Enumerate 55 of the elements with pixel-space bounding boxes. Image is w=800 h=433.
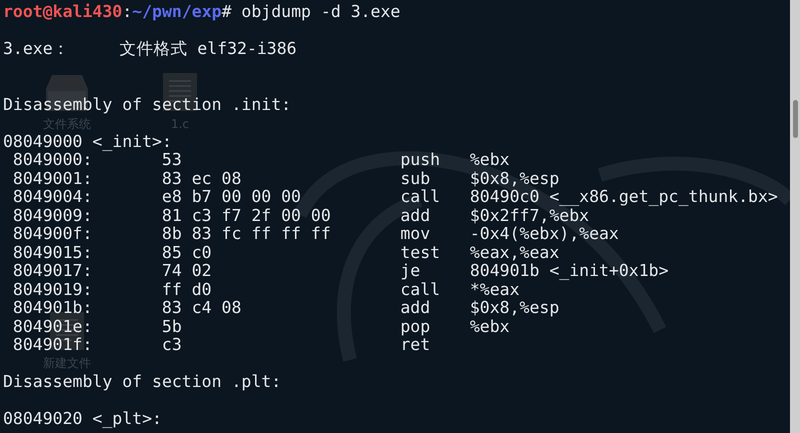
output-line: 3.exe： 文件格式 elf32-i386 [3,40,297,58]
instruction-bytes: e8 b7 00 00 00 [162,188,301,206]
prompt-user-host: root@kali430 [3,3,122,22]
output-line: 08049020 <_plt>: [3,410,162,428]
instruction-address: 8049000: [12,151,92,170]
instruction-bytes: 8b 83 fc ff ff ff [162,225,331,244]
instruction-mnemonic: ret [400,336,430,354]
instruction-operand: -0x4(%ebx),%eax [470,225,619,244]
instruction-operand: %eax,%eax [470,244,560,262]
output-line: 08049000 <_init>: [3,132,172,151]
instruction-mnemonic: test [400,244,440,262]
instruction-bytes: 81 c3 f7 2f 00 00 [162,206,331,225]
instruction-operand: 80490c0 <__x86.get_pc_thunk.bx> [470,188,778,206]
instruction-mnemonic: je [400,262,420,280]
prompt-separator: : [122,3,132,22]
instruction-operand: 804901b <_init+0x1b> [470,262,669,280]
command-text: objdump -d 3.exe [241,3,400,22]
instruction-address: 804901f: [12,336,92,354]
instruction-operand: *%eax [470,280,520,299]
scrollbar[interactable] [790,0,800,433]
instruction-address: 8049015: [12,244,92,262]
instruction-mnemonic: push [400,151,440,170]
instruction-address: 8049019: [12,280,92,299]
instruction-address: 8049009: [12,206,92,225]
output-line: Disassembly of section .plt: [3,373,282,392]
instruction-bytes: 53 [162,151,182,170]
output-line: Disassembly of section .init: [3,96,292,114]
instruction-bytes: 5b [162,318,182,336]
instruction-mnemonic: add [400,299,430,318]
scrollbar-thumb[interactable] [793,100,798,138]
instruction-address: 804901b: [12,299,92,318]
instruction-bytes: 85 c0 [162,244,212,262]
prompt-symbol: # [222,3,232,22]
instruction-operand: $0x2ff7,%ebx [470,206,590,225]
instruction-address: 8049017: [12,262,92,280]
instruction-bytes: c3 [162,336,182,354]
instruction-address: 8049004: [12,188,92,206]
instruction-mnemonic: add [400,206,430,225]
instruction-operand: %ebx [470,318,510,336]
instruction-address: 8049001: [12,170,92,188]
instruction-bytes: 74 02 [162,262,212,280]
prompt-path: ~/pwn/exp [132,3,222,22]
instruction-mnemonic: call [400,188,440,206]
instruction-bytes: ff d0 [162,280,212,299]
instruction-operand: $0x8,%esp [470,170,560,188]
instruction-operand: $0x8,%esp [470,299,560,318]
instruction-address: 804901e: [12,318,92,336]
instruction-mnemonic: mov [400,225,430,244]
instruction-bytes: 83 c4 08 [162,299,242,318]
instruction-operand: %ebx [470,151,510,170]
instruction-bytes: 83 ec 08 [162,170,242,188]
instruction-mnemonic: pop [400,318,430,336]
instruction-mnemonic: sub [400,170,430,188]
instruction-mnemonic: call [400,280,440,299]
instruction-address: 804900f: [12,225,92,244]
